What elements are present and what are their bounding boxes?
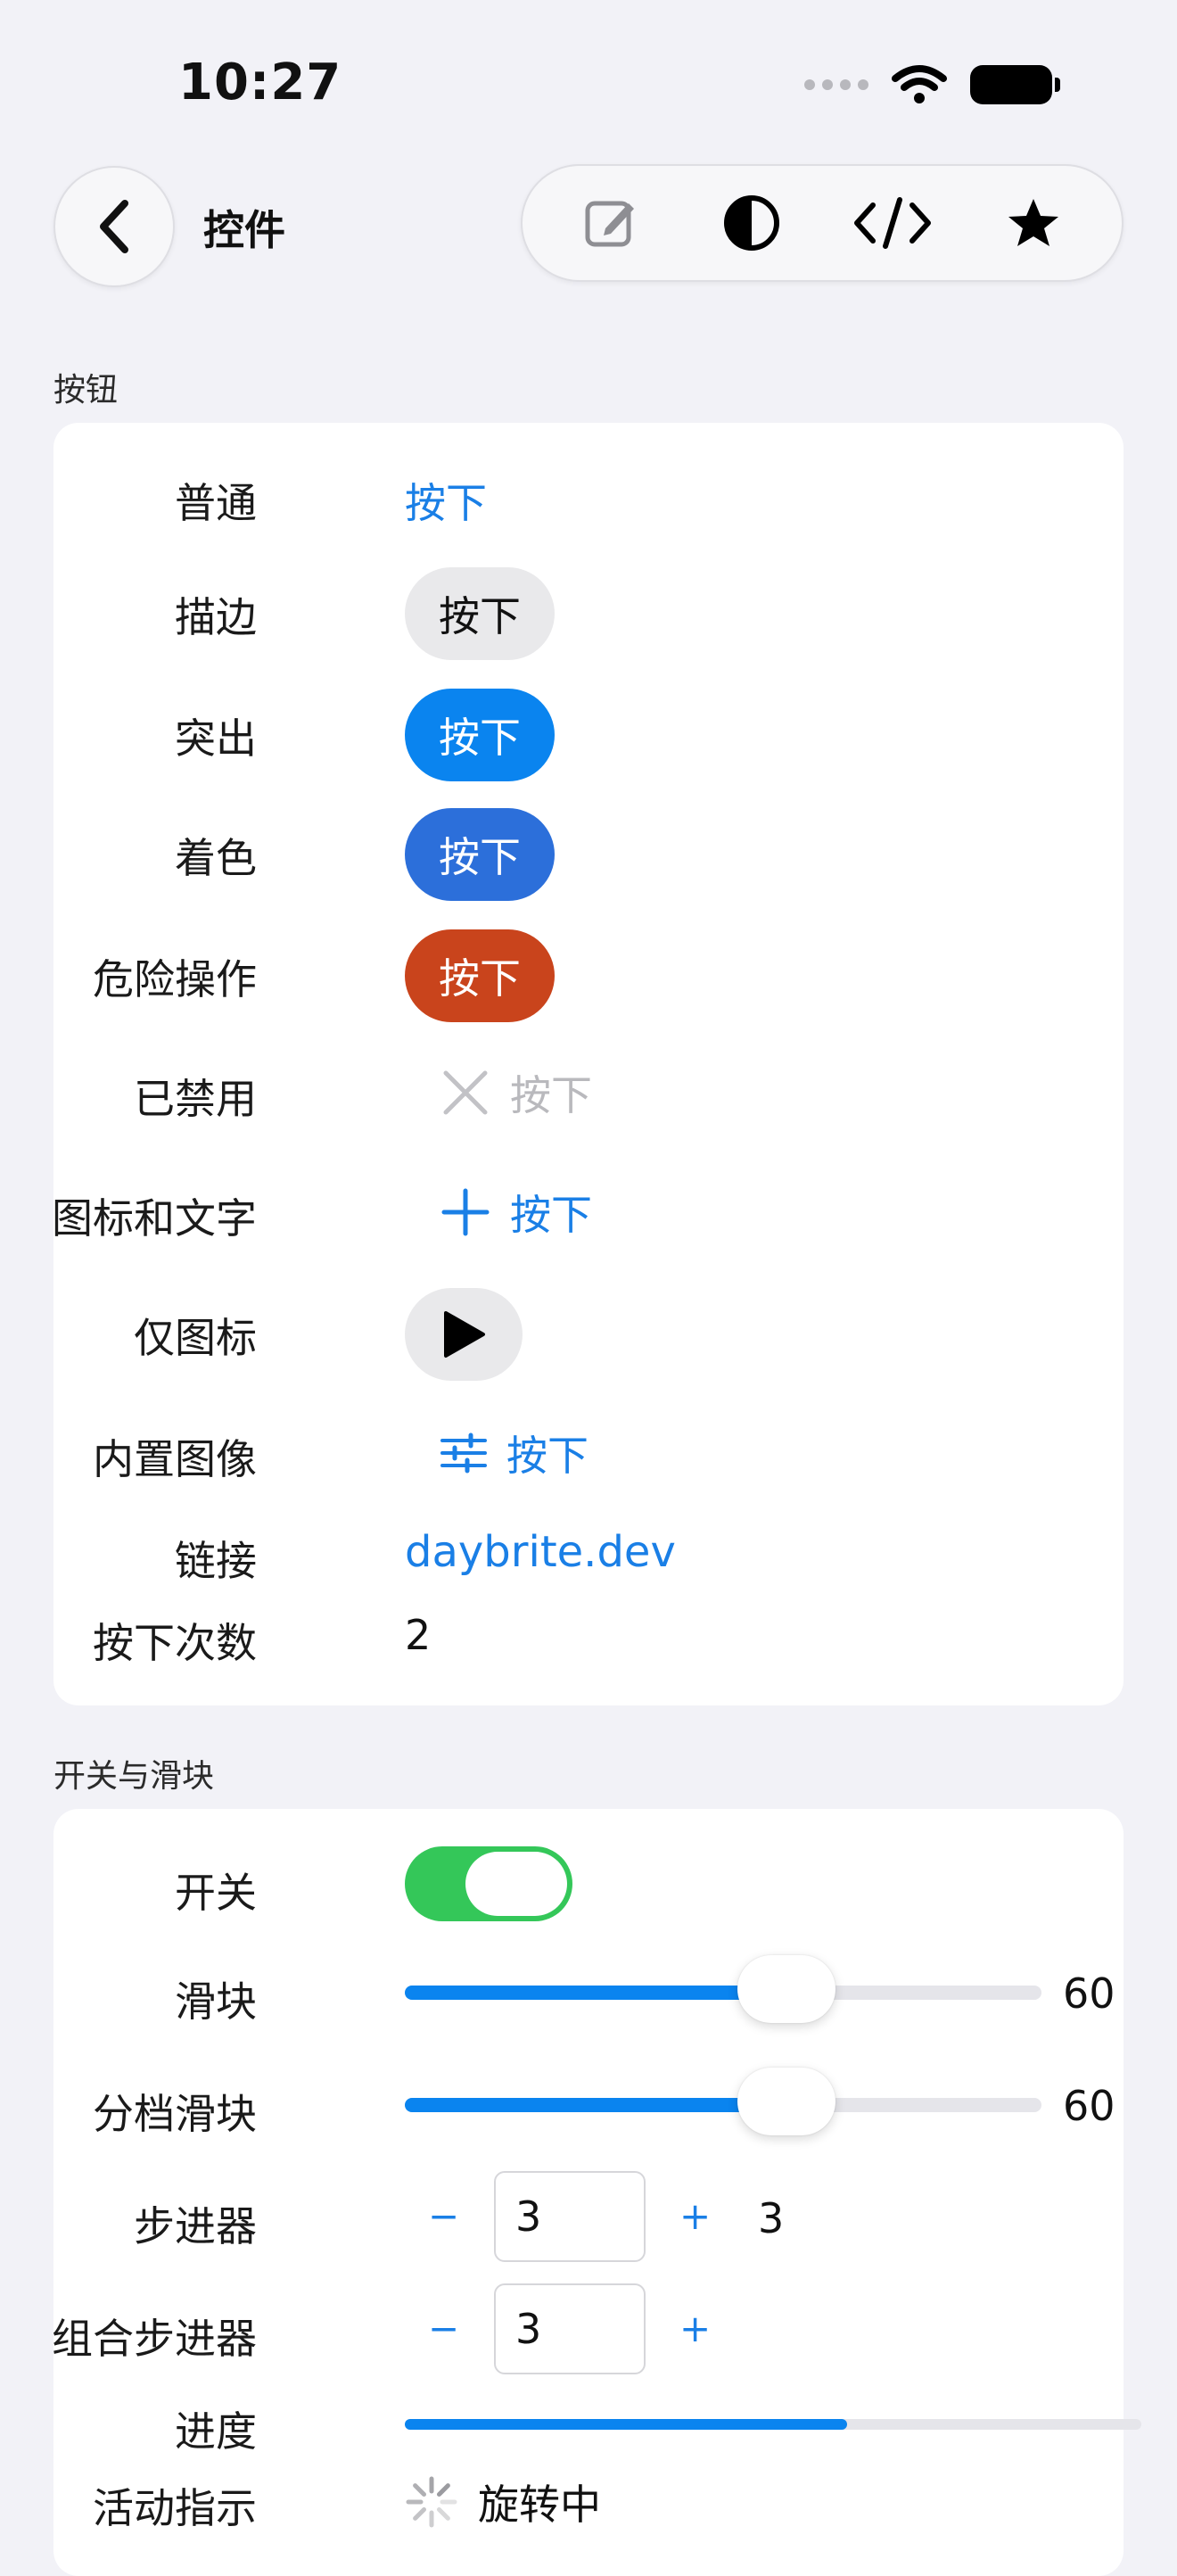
disabled-button-label: 按下 <box>510 1071 592 1119</box>
plus-icon <box>441 1188 490 1236</box>
slider-label: 滑块 <box>175 1977 257 2026</box>
sliders-icon <box>440 1432 487 1474</box>
buttons-card: 普通 按下 描边 按下 突出 按下 着色 按下 危险操作 按下 已禁用 按下 图… <box>52 423 1124 1705</box>
builtin-image-button-label: 按下 <box>506 1432 588 1480</box>
tinted-label: 着色 <box>175 834 257 882</box>
activity-indicator: 旋转中 <box>405 2473 601 2531</box>
link-label: 链接 <box>175 1537 257 1585</box>
spinner-icon <box>406 2476 457 2528</box>
play-button[interactable] <box>405 1288 523 1381</box>
disabled-button[interactable]: 按下 <box>440 1063 592 1122</box>
activity-label: 活动指示 <box>93 2484 257 2532</box>
plain-label: 普通 <box>175 479 257 527</box>
combo-stepper-input[interactable]: 3 <box>494 2283 646 2374</box>
progress-bar <box>405 2419 1141 2430</box>
code-button[interactable] <box>844 174 942 272</box>
stepped-slider-thumb[interactable] <box>737 2068 836 2135</box>
stepper-label: 步进器 <box>134 2202 257 2250</box>
progress-fill <box>405 2419 847 2430</box>
toolbar <box>521 164 1124 282</box>
tinted-button[interactable]: 按下 <box>405 808 555 901</box>
destructive-label: 危险操作 <box>93 955 257 1003</box>
code-icon <box>854 197 931 249</box>
appearance-button[interactable] <box>703 174 801 272</box>
slider-thumb[interactable] <box>737 1955 836 2023</box>
play-icon <box>444 1311 485 1358</box>
daybrite-link[interactable]: daybrite.dev <box>405 1527 676 1577</box>
builtin-image-label: 内置图像 <box>93 1435 257 1483</box>
battery-icon <box>970 65 1060 104</box>
prominent-button[interactable]: 按下 <box>405 689 555 781</box>
press-count-value: 2 <box>405 1611 432 1659</box>
xmark-icon <box>443 1070 488 1115</box>
stepped-slider-fill <box>405 2098 787 2112</box>
combo-stepper-decrement-button[interactable]: − <box>428 2307 459 2350</box>
cellular-signal-icon <box>804 79 868 90</box>
star-icon <box>1008 199 1058 246</box>
section-header-buttons: 按钮 <box>54 372 119 409</box>
switches-card: 开关 滑块 60 分档滑块 60 步进器 − 3 + 3 组合步进器 − 3 +… <box>52 1809 1141 2576</box>
stepped-slider-track[interactable] <box>405 2068 1041 2135</box>
bordered-button[interactable]: 按下 <box>405 567 555 660</box>
plain-button[interactable]: 按下 <box>405 471 487 530</box>
compose-button[interactable] <box>562 174 660 272</box>
bordered-label: 描边 <box>175 593 257 641</box>
prominent-label: 突出 <box>175 714 257 763</box>
slider-value: 60 <box>1063 1969 1115 2018</box>
combo-stepper-label: 组合步进器 <box>52 2315 257 2363</box>
status-time: 10:27 <box>178 54 342 111</box>
toggle-switch[interactable] <box>405 1846 572 1921</box>
destructive-button[interactable]: 按下 <box>405 929 555 1022</box>
builtin-image-button[interactable]: 按下 <box>440 1424 588 1482</box>
activity-text: 旋转中 <box>478 2481 601 2529</box>
stepped-slider-label: 分档滑块 <box>93 2090 257 2138</box>
stepper-input[interactable]: 3 <box>494 2171 646 2262</box>
icon-text-button[interactable]: 按下 <box>440 1183 592 1242</box>
stepped-slider-value: 60 <box>1063 2082 1115 2130</box>
icon-text-button-label: 按下 <box>510 1191 592 1239</box>
combo-stepper-increment-button[interactable]: + <box>679 2307 711 2350</box>
contrast-icon <box>724 195 779 251</box>
press-count-label: 按下次数 <box>93 1619 257 1667</box>
back-button[interactable] <box>54 166 175 287</box>
favorite-button[interactable] <box>984 174 1082 272</box>
status-icons <box>804 64 1060 105</box>
progress-label: 进度 <box>175 2407 257 2456</box>
page-title: 控件 <box>203 206 285 254</box>
stepper-value: 3 <box>758 2194 785 2242</box>
slider-track[interactable] <box>405 1955 1041 2023</box>
section-header-switches: 开关与滑块 <box>54 1758 215 1795</box>
wifi-icon <box>892 65 947 103</box>
slider-fill <box>405 1986 787 2000</box>
disabled-label: 已禁用 <box>134 1075 257 1123</box>
toggle-knob <box>465 1852 567 1916</box>
stepper-increment-button[interactable]: + <box>679 2194 711 2238</box>
switch-label: 开关 <box>175 1869 257 1917</box>
stepper-decrement-button[interactable]: − <box>428 2194 459 2238</box>
icon-text-label: 图标和文字 <box>52 1194 257 1243</box>
chevron-left-icon <box>100 200 128 253</box>
compose-icon <box>585 201 634 247</box>
icon-only-label: 仅图标 <box>134 1314 257 1362</box>
